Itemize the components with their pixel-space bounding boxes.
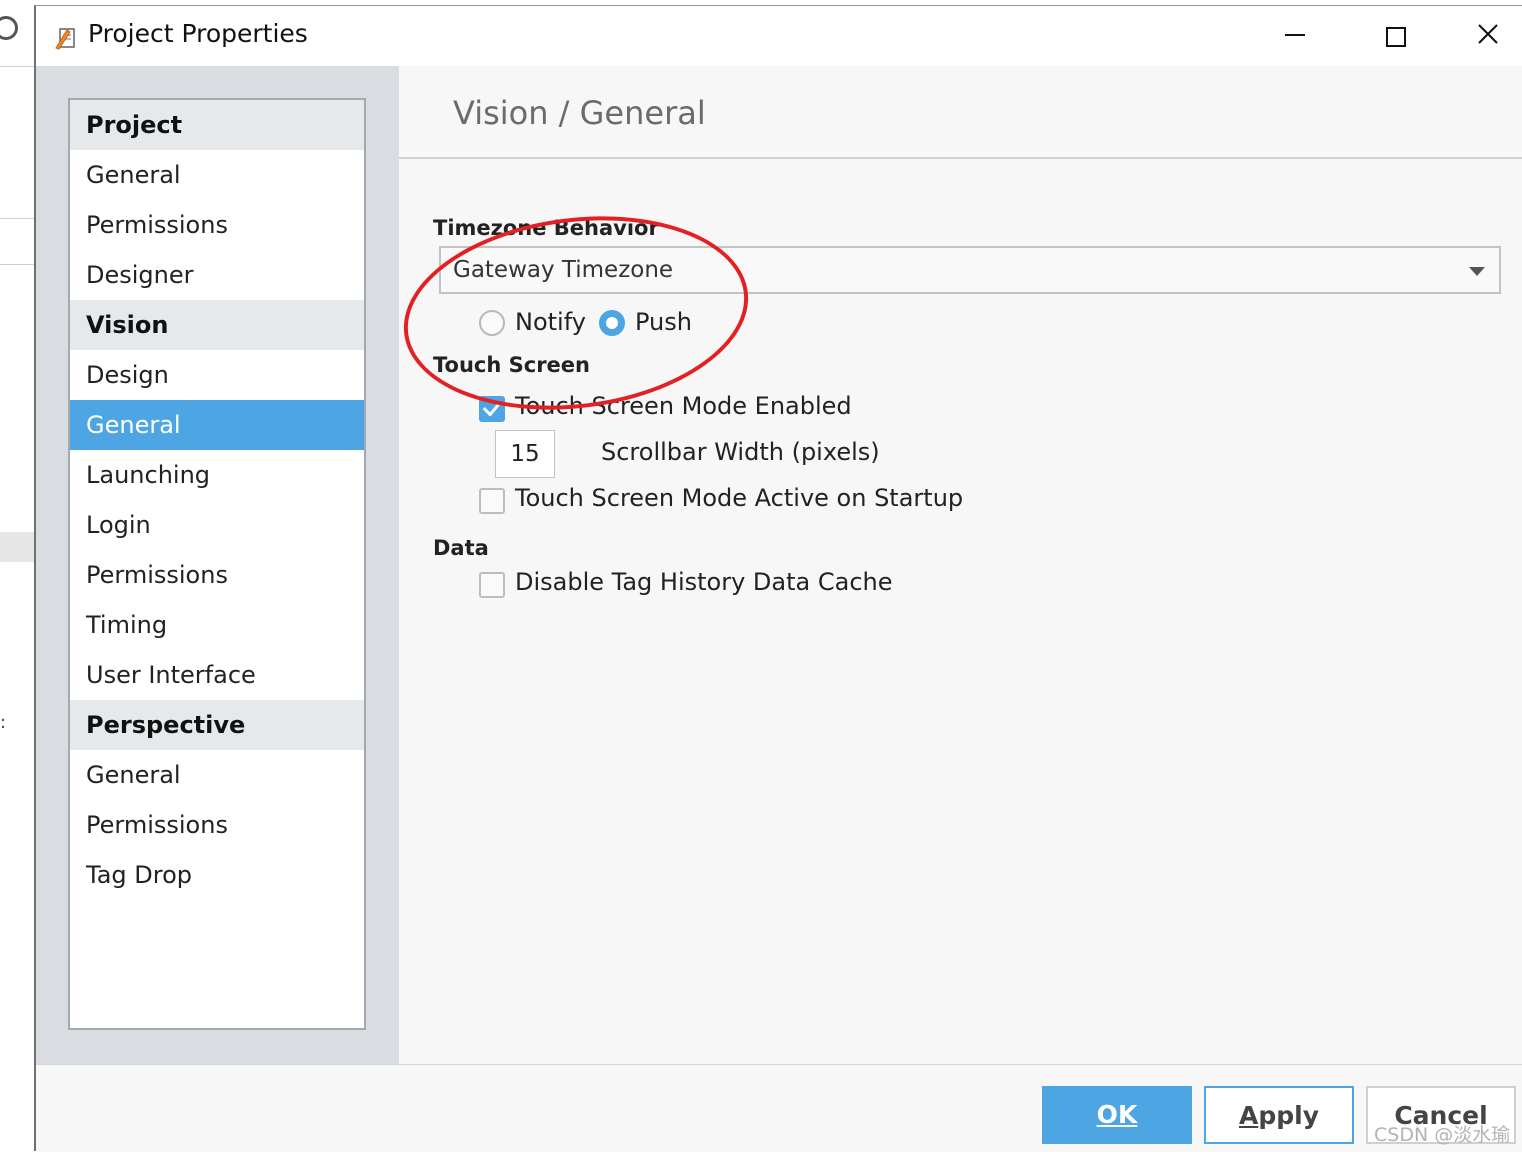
disable-cache-label[interactable]: Disable Tag History Data Cache bbox=[515, 568, 893, 596]
apply-label: pply bbox=[1258, 1101, 1320, 1130]
scrollbar-width-label: Scrollbar Width (pixels) bbox=[601, 438, 880, 466]
nav-item-launching[interactable]: Launching bbox=[70, 450, 364, 500]
divider bbox=[0, 218, 36, 219]
nav-item-user-interface[interactable]: User Interface bbox=[70, 650, 364, 700]
partial-text: : bbox=[0, 712, 7, 733]
divider bbox=[0, 264, 36, 265]
app-icon bbox=[0, 16, 18, 40]
disable-cache-checkbox[interactable] bbox=[479, 572, 505, 598]
navigation-pane: Project General Permissions Designer Vis… bbox=[36, 66, 399, 1064]
nav-item-timing[interactable]: Timing bbox=[70, 600, 364, 650]
watermark: CSDN @淡水瑜 bbox=[1374, 1124, 1511, 1146]
scrollbar-width-input[interactable]: 15 bbox=[495, 430, 555, 478]
close-icon bbox=[1478, 24, 1498, 44]
data-section-label: Data bbox=[433, 536, 489, 560]
nav-group-project: Project bbox=[70, 100, 364, 150]
apply-button[interactable]: Apply bbox=[1204, 1086, 1354, 1144]
nav-item-project-general[interactable]: General bbox=[70, 150, 364, 200]
nav-item-project-permissions[interactable]: Permissions bbox=[70, 200, 364, 250]
project-properties-dialog: Project Properties Project General Permi… bbox=[34, 5, 1522, 1152]
nav-item-designer[interactable]: Designer bbox=[70, 250, 364, 300]
page-title: Vision / General bbox=[453, 94, 706, 132]
ok-button[interactable]: OK bbox=[1042, 1086, 1192, 1144]
ok-mnemonic: O bbox=[1096, 1100, 1118, 1129]
nav-item-vision-permissions[interactable]: Permissions bbox=[70, 550, 364, 600]
divider bbox=[0, 66, 36, 67]
nav-item-vision-general[interactable]: General bbox=[70, 400, 364, 450]
project-properties-icon bbox=[55, 28, 75, 50]
settings-tree: Project General Permissions Designer Vis… bbox=[68, 98, 366, 1030]
settings-content: Vision / General Timezone Behavior Gatew… bbox=[399, 66, 1522, 1064]
background-window: : bbox=[0, 0, 36, 1151]
title-bar: Project Properties bbox=[36, 6, 1522, 67]
minimize-button[interactable] bbox=[1250, 6, 1340, 64]
touch-mode-startup-label[interactable]: Touch Screen Mode Active on Startup bbox=[515, 484, 963, 512]
window-title: Project Properties bbox=[88, 19, 308, 48]
dialog-body: Project General Permissions Designer Vis… bbox=[36, 66, 1522, 1064]
nav-item-perspective-permissions[interactable]: Permissions bbox=[70, 800, 364, 850]
nav-item-tag-drop[interactable]: Tag Drop bbox=[70, 850, 364, 900]
header-divider bbox=[399, 157, 1522, 159]
chevron-down-icon bbox=[1469, 267, 1485, 276]
selected-row bbox=[0, 532, 36, 562]
close-button[interactable] bbox=[1442, 6, 1522, 64]
nav-item-perspective-general[interactable]: General bbox=[70, 750, 364, 800]
nav-group-vision: Vision bbox=[70, 300, 364, 350]
nav-item-vision-design[interactable]: Design bbox=[70, 350, 364, 400]
nav-item-login[interactable]: Login bbox=[70, 500, 364, 550]
apply-mnemonic: A bbox=[1238, 1101, 1259, 1130]
touch-mode-startup-checkbox[interactable] bbox=[479, 488, 505, 514]
maximize-icon bbox=[1386, 27, 1406, 47]
nav-group-perspective: Perspective bbox=[70, 700, 364, 750]
dialog-footer: OK Apply Cancel bbox=[36, 1064, 1522, 1152]
minimize-icon bbox=[1285, 34, 1305, 36]
maximize-button[interactable] bbox=[1350, 6, 1440, 64]
ok-label: K bbox=[1117, 1100, 1138, 1129]
